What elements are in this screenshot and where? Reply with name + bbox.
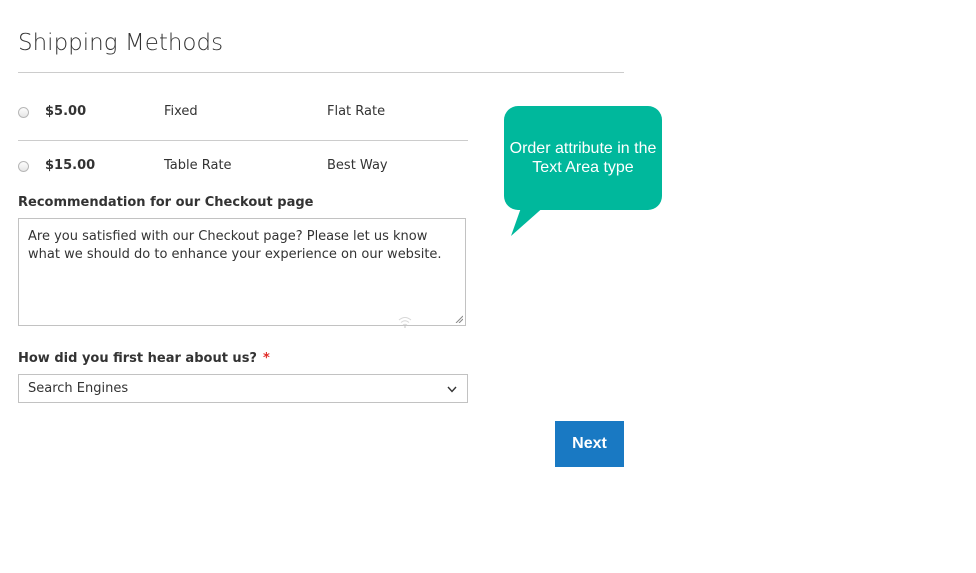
shipping-carrier-name: Flat Rate — [327, 104, 386, 119]
recommendation-text: Are you satisfied with our Checkout page… — [28, 229, 442, 262]
callout-tail — [511, 205, 546, 236]
shipping-method-row[interactable]: $5.00 Fixed Flat Rate — [18, 86, 468, 140]
radio-icon[interactable] — [18, 107, 29, 118]
hear-about-label: How did you first hear about us? * — [18, 351, 270, 366]
wifi-icon — [398, 317, 412, 328]
hear-about-label-text: How did you first hear about us? — [18, 351, 257, 366]
title-divider — [18, 72, 624, 73]
shipping-price: $5.00 — [45, 104, 87, 119]
chevron-down-icon — [447, 386, 457, 393]
shipping-method-row[interactable]: $15.00 Table Rate Best Way — [18, 140, 468, 194]
required-marker: * — [262, 351, 270, 366]
shipping-method-name: Fixed — [164, 104, 198, 119]
callout-bubble: Order attribute in the Text Area type — [504, 106, 662, 210]
next-button[interactable]: Next — [555, 421, 624, 467]
recommendation-label: Recommendation for our Checkout page — [18, 195, 314, 210]
resize-handle-icon[interactable] — [455, 315, 463, 323]
shipping-carrier-name: Best Way — [327, 158, 388, 173]
hear-about-select[interactable]: Search Engines — [18, 374, 468, 403]
shipping-method-name: Table Rate — [164, 158, 232, 173]
radio-icon[interactable] — [18, 161, 29, 172]
callout-text: Order attribute in the Text Area type — [509, 140, 657, 176]
hear-about-selected-value: Search Engines — [28, 381, 129, 396]
page-title: Shipping Methods — [18, 30, 224, 56]
recommendation-textarea[interactable]: Are you satisfied with our Checkout page… — [18, 218, 466, 326]
shipping-price: $15.00 — [45, 158, 96, 173]
